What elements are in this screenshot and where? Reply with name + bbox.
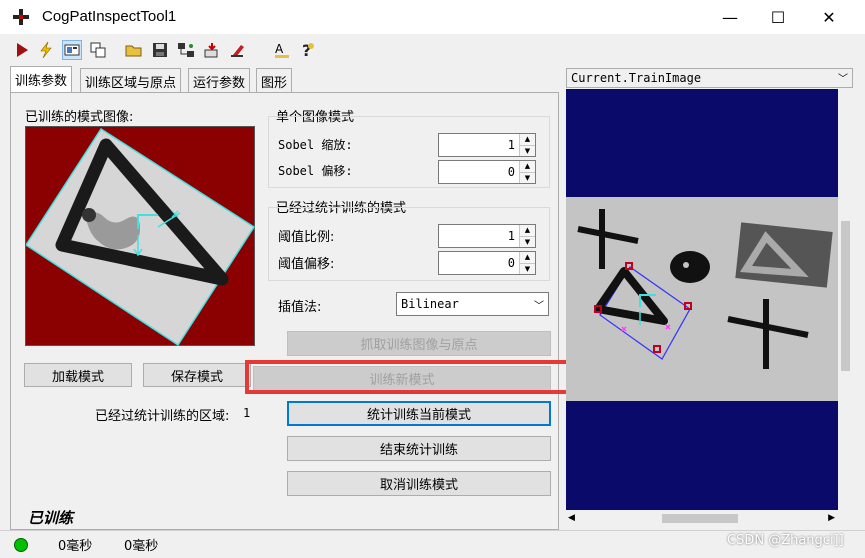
image-select[interactable]: Current.TrainImage ﹀ bbox=[566, 68, 853, 88]
svg-text:A: A bbox=[275, 42, 284, 56]
sobel-offset-spinner[interactable]: 0 ▲ ▼ bbox=[438, 160, 536, 184]
status-time-2: 0毫秒 bbox=[124, 539, 159, 554]
font-icon[interactable]: A bbox=[272, 40, 292, 60]
end-stat-training-button[interactable]: 结束统计训练 bbox=[287, 436, 551, 461]
sobel-offset-value[interactable]: 0 bbox=[439, 161, 519, 183]
close-icon: ✕ bbox=[822, 7, 836, 27]
open-folder-icon[interactable] bbox=[124, 40, 144, 60]
scroll-thumb[interactable] bbox=[662, 514, 738, 523]
scroll-left-icon[interactable]: ◀ bbox=[568, 513, 575, 523]
spin-down-icon[interactable]: ▼ bbox=[520, 171, 535, 183]
title-bar: CogPatInspectTool1 — ☐ ✕ bbox=[0, 0, 865, 34]
stat-regions-value: 1 bbox=[243, 406, 251, 420]
sobel-offset-label: Sobel 偏移: bbox=[278, 164, 353, 178]
close-button[interactable]: ✕ bbox=[806, 0, 852, 34]
image-select-value: Current.TrainImage bbox=[571, 71, 702, 85]
trained-status: 已训练 bbox=[28, 509, 74, 527]
maximize-icon: ☐ bbox=[770, 7, 786, 27]
minimize-icon: — bbox=[722, 7, 738, 27]
trained-pattern-label: 已训练的模式图像: bbox=[25, 110, 134, 125]
minimize-button[interactable]: — bbox=[707, 0, 753, 34]
toolbar: A ? bbox=[0, 36, 865, 64]
vertical-scrollbar[interactable] bbox=[838, 89, 853, 510]
trained-pattern-image bbox=[24, 126, 256, 347]
interpolation-select[interactable]: Bilinear ﹀ bbox=[396, 292, 549, 316]
spin-up-icon[interactable]: ▲ bbox=[520, 252, 535, 263]
spin-down-icon[interactable]: ▼ bbox=[520, 235, 535, 247]
tab-train-region[interactable]: 训练区域与原点 bbox=[80, 68, 182, 92]
help-icon[interactable]: ? bbox=[298, 40, 318, 60]
watermark: CSDN @Zhangci]] bbox=[727, 533, 844, 548]
stat-regions-label: 已经过统计训练的区域: bbox=[95, 409, 230, 424]
threshold-scale-label: 阈值比例: bbox=[278, 230, 335, 245]
app-icon bbox=[12, 8, 30, 26]
threshold-scale-spinner[interactable]: 1 ▲ ▼ bbox=[438, 224, 536, 248]
load-pattern-button[interactable]: 加载模式 bbox=[24, 363, 132, 387]
spin-up-icon[interactable]: ▲ bbox=[520, 225, 535, 236]
image-display[interactable] bbox=[566, 89, 838, 510]
spin-up-icon[interactable]: ▲ bbox=[520, 134, 535, 145]
cancel-training-button[interactable]: 取消训练模式 bbox=[287, 471, 551, 496]
save-icon[interactable] bbox=[150, 40, 170, 60]
threshold-offset-label: 阈值偏移: bbox=[278, 257, 335, 272]
chevron-down-icon[interactable]: ﹀ bbox=[838, 70, 848, 85]
interpolation-value: Bilinear bbox=[401, 297, 459, 311]
tab-graphics[interactable]: 图形 bbox=[256, 68, 293, 92]
sobel-scale-label: Sobel 缩放: bbox=[278, 138, 353, 152]
import-icon[interactable] bbox=[202, 40, 222, 60]
highlight-box bbox=[245, 360, 590, 394]
tab-run-params[interactable]: 运行参数 bbox=[188, 68, 251, 92]
image-view-icon[interactable] bbox=[62, 40, 82, 60]
tools-icon[interactable] bbox=[88, 40, 108, 60]
chevron-down-icon[interactable]: ﹀ bbox=[530, 297, 548, 312]
spin-up-icon[interactable]: ▲ bbox=[520, 161, 535, 172]
tab-train-params[interactable]: 训练参数 bbox=[10, 66, 73, 92]
lightning-icon[interactable] bbox=[36, 40, 56, 60]
stat-train-current-button[interactable]: 统计训练当前模式 bbox=[287, 401, 551, 426]
sobel-scale-value[interactable]: 1 bbox=[439, 134, 519, 156]
horizontal-scrollbar[interactable]: ◀ ▶ bbox=[566, 510, 838, 527]
save-pattern-button[interactable]: 保存模式 bbox=[143, 363, 251, 387]
spin-down-icon[interactable]: ▼ bbox=[520, 262, 535, 274]
scroll-thumb[interactable] bbox=[841, 221, 850, 371]
reset-icon[interactable] bbox=[228, 40, 248, 60]
run-icon[interactable] bbox=[12, 40, 32, 60]
threshold-offset-value[interactable]: 0 bbox=[439, 252, 519, 274]
threshold-offset-spinner[interactable]: 0 ▲ ▼ bbox=[438, 251, 536, 275]
status-indicator-icon bbox=[14, 538, 28, 552]
interpolation-label: 插值法: bbox=[278, 300, 322, 315]
window-title: CogPatInspectTool1 bbox=[42, 8, 177, 25]
threshold-scale-value[interactable]: 1 bbox=[439, 225, 519, 247]
maximize-button[interactable]: ☐ bbox=[755, 0, 801, 34]
status-time-1: 0毫秒 bbox=[58, 539, 93, 554]
status-bar: 0毫秒 0毫秒 CSDN @Zhangci]] bbox=[0, 530, 865, 558]
spin-down-icon[interactable]: ▼ bbox=[520, 144, 535, 156]
scroll-right-icon[interactable]: ▶ bbox=[828, 513, 835, 523]
sobel-scale-spinner[interactable]: 1 ▲ ▼ bbox=[438, 133, 536, 157]
network-icon[interactable] bbox=[176, 40, 196, 60]
grab-train-image-button[interactable]: 抓取训练图像与原点 bbox=[287, 331, 551, 356]
